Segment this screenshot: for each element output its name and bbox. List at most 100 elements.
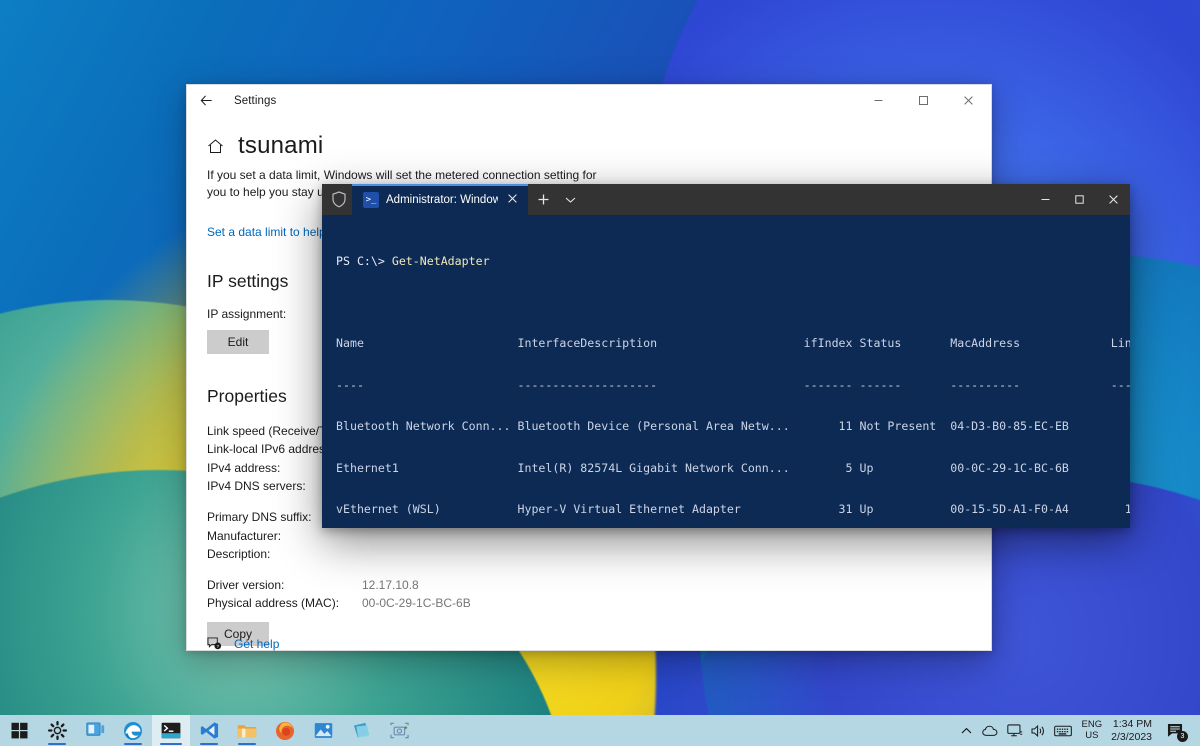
property-row: Description:: [207, 545, 991, 563]
plus-icon: [537, 193, 550, 206]
close-icon: [1108, 194, 1119, 205]
gear-icon: [48, 721, 67, 740]
chevron-glyph: [565, 196, 576, 204]
taskbar-item-snipping-tool[interactable]: [380, 715, 418, 746]
settings-maximize-button[interactable]: [901, 85, 946, 116]
taskbar[interactable]: ENG US 1:34 PM 2/3/2023 3: [0, 715, 1200, 746]
terminal-tab-bar[interactable]: >_ Administrator: Windows Powe: [322, 184, 1130, 215]
clock-time: 1:34 PM: [1113, 718, 1152, 731]
help-chat-icon: ?: [207, 637, 222, 651]
powershell-icon: >_: [363, 192, 379, 208]
terminal-tab[interactable]: >_ Administrator: Windows Powe: [352, 184, 528, 215]
close-icon: [963, 95, 974, 106]
snipping-tool-icon: [390, 722, 409, 740]
cloud-glyph: [982, 725, 999, 737]
shield-icon: [322, 184, 352, 215]
clock[interactable]: 1:34 PM 2/3/2023: [1109, 718, 1160, 743]
keyboard-icon[interactable]: [1051, 715, 1075, 746]
terminal-icon: [161, 722, 181, 739]
terminal-output-area[interactable]: PS C:\> Get-NetAdapter Name InterfaceDes…: [322, 215, 1130, 528]
minimize-icon: [873, 95, 884, 106]
terminal-table-row: Ethernet1 Intel(R) 82574L Gigabit Networ…: [336, 462, 1130, 476]
property-key: Physical address (MAC):: [207, 594, 362, 612]
network-icon[interactable]: [1003, 715, 1027, 746]
terminal-table-row: Bluetooth Network Conn... Bluetooth Devi…: [336, 420, 1130, 434]
task-view-icon: [86, 722, 105, 739]
property-key: Driver version:: [207, 576, 362, 594]
show-desktop-button[interactable]: [1190, 715, 1196, 746]
notification-count-badge: 3: [1177, 731, 1188, 742]
maximize-icon: [1074, 194, 1085, 205]
tray-expand-icon[interactable]: [955, 715, 979, 746]
start-button[interactable]: [0, 715, 38, 746]
taskbar-item-firefox[interactable]: [266, 715, 304, 746]
taskbar-item-edge[interactable]: [114, 715, 152, 746]
properties-group-3: Driver version: 12.17.10.8 Physical addr…: [187, 576, 991, 646]
chevron-up-icon: [961, 727, 972, 735]
settings-titlebar[interactable]: Settings: [187, 85, 991, 116]
firefox-icon: [275, 721, 295, 741]
settings-page-header: tsunami: [187, 132, 991, 160]
taskbar-item-vscode[interactable]: [190, 715, 228, 746]
back-arrow-glyph: [199, 93, 214, 108]
terminal-tab-title: Administrator: Windows Powe: [386, 194, 498, 206]
photos-icon: [314, 722, 333, 739]
onedrive-icon[interactable]: [979, 715, 1003, 746]
taskbar-item-file-explorer[interactable]: [228, 715, 266, 746]
property-value: 12.17.10.8: [362, 576, 419, 594]
shield-glyph: [331, 191, 347, 208]
terminal-command-line: PS C:\> Get-NetAdapter: [336, 255, 1130, 269]
property-key: Manufacturer:: [207, 527, 362, 545]
taskbar-item-settings[interactable]: [38, 715, 76, 746]
notifications-button[interactable]: 3: [1160, 715, 1190, 746]
keyboard-glyph: [1054, 725, 1072, 737]
terminal-table-underline: ---- -------------------- ------- ------…: [336, 379, 1130, 393]
taskbar-item-sticky-notes[interactable]: [342, 715, 380, 746]
terminal-window-controls: [1028, 184, 1130, 215]
get-help-row[interactable]: ? Get help: [207, 637, 279, 651]
property-row: Manufacturer:: [207, 527, 991, 545]
terminal-window[interactable]: >_ Administrator: Windows Powe: [322, 184, 1130, 528]
terminal-table-headers: Name InterfaceDescription ifIndex Status…: [336, 337, 1130, 351]
property-value: 00-0C-29-1C-BC-6B: [362, 594, 471, 612]
chevron-down-icon[interactable]: [558, 184, 582, 215]
get-help-label[interactable]: Get help: [234, 637, 279, 651]
home-icon[interactable]: [207, 138, 224, 155]
windows-logo-icon: [11, 722, 28, 739]
network-glyph: [1007, 724, 1023, 738]
edit-button[interactable]: Edit: [207, 330, 269, 354]
sticky-notes-icon: [352, 722, 371, 740]
language-bottom: US: [1085, 731, 1098, 742]
terminal-close-button[interactable]: [1096, 184, 1130, 215]
terminal-maximize-button[interactable]: [1062, 184, 1096, 215]
property-row: Driver version: 12.17.10.8: [207, 576, 991, 594]
back-arrow-icon[interactable]: [187, 85, 225, 116]
volume-icon[interactable]: [1027, 715, 1051, 746]
clock-date: 2/3/2023: [1111, 731, 1152, 744]
property-row: Physical address (MAC): 00-0C-29-1C-BC-6…: [207, 594, 991, 612]
svg-text:?: ?: [216, 644, 219, 649]
system-tray[interactable]: ENG US 1:34 PM 2/3/2023 3: [955, 715, 1200, 746]
minimize-icon: [1040, 194, 1051, 205]
taskbar-item-task-view[interactable]: [76, 715, 114, 746]
settings-window-controls: [856, 85, 991, 116]
new-tab-button[interactable]: [528, 184, 558, 215]
folder-icon: [237, 722, 257, 739]
terminal-table-row: vEthernet (WSL) Hyper-V Virtual Ethernet…: [336, 503, 1130, 517]
settings-close-button[interactable]: [946, 85, 991, 116]
language-top: ENG: [1082, 720, 1103, 731]
tab-close-icon[interactable]: [507, 193, 518, 207]
terminal-command: Get-NetAdapter: [392, 254, 490, 268]
taskbar-item-photos[interactable]: [304, 715, 342, 746]
page-title: tsunami: [238, 132, 323, 160]
terminal-prompt: PS C:\>: [336, 254, 392, 268]
settings-minimize-button[interactable]: [856, 85, 901, 116]
language-indicator[interactable]: ENG US: [1075, 720, 1110, 741]
terminal-blank-line: [336, 296, 1130, 310]
close-glyph: [507, 193, 518, 204]
taskbar-item-terminal[interactable]: [152, 715, 190, 746]
property-key: Description:: [207, 545, 362, 563]
maximize-icon: [918, 95, 929, 106]
settings-window-title: Settings: [234, 95, 276, 107]
terminal-minimize-button[interactable]: [1028, 184, 1062, 215]
